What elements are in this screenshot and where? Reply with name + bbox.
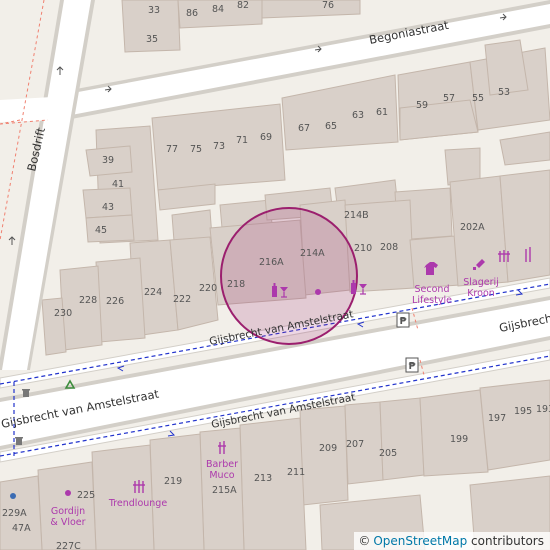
- house-number: 35: [146, 34, 158, 45]
- house-number: 210: [354, 243, 372, 254]
- house-number: 69: [260, 132, 272, 143]
- attribution-suffix: contributors: [467, 534, 544, 548]
- house-number: 195: [514, 406, 532, 417]
- house-number: 73: [213, 141, 225, 152]
- marker-dot-icon[interactable]: [10, 493, 16, 499]
- house-number: 197: [488, 413, 506, 424]
- marker-dot-icon[interactable]: [315, 289, 321, 295]
- house-number: 41: [112, 179, 124, 190]
- house-number: 230: [54, 308, 72, 319]
- house-number: 214B: [344, 210, 369, 221]
- house-number: 225: [77, 490, 95, 501]
- house-number: 226: [106, 296, 124, 307]
- house-number: 228: [79, 295, 97, 306]
- house-number: 215A: [212, 485, 237, 496]
- poi-label-gordijn-vloer[interactable]: Gordijn & Vloer: [50, 506, 85, 528]
- house-number: 214A: [300, 248, 325, 259]
- house-number: 224: [144, 287, 162, 298]
- house-number: 205: [379, 448, 397, 459]
- house-number: 65: [325, 121, 337, 132]
- house-number: 57: [443, 93, 455, 104]
- house-number: 209: [319, 443, 337, 454]
- house-number: 39: [102, 155, 114, 166]
- waste-basket-icon[interactable]: [15, 437, 23, 445]
- house-number: 86: [186, 8, 198, 19]
- bicycle-parking-icon[interactable]: ₱: [405, 357, 419, 373]
- house-number: 67: [298, 123, 310, 134]
- poi-label-trendlounge[interactable]: Trendlounge: [108, 498, 168, 509]
- poi-label-slagerij-kroon[interactable]: Slagerij Kroon: [463, 277, 499, 299]
- poi-label-barber-muco[interactable]: Barber Muco: [206, 459, 238, 481]
- attribution: © OpenStreetMap contributors: [354, 532, 550, 550]
- osm-link[interactable]: OpenStreetMap: [373, 534, 467, 548]
- house-number: 71: [236, 135, 248, 146]
- waste-basket-icon[interactable]: [22, 389, 30, 397]
- house-number: 193: [536, 404, 550, 415]
- house-number: 61: [376, 107, 388, 118]
- poi-label-second-lifestyle[interactable]: Second Lifestyle: [412, 284, 452, 306]
- house-number: 220: [199, 283, 217, 294]
- marker-dot-icon[interactable]: [65, 490, 71, 496]
- house-number: 82: [237, 0, 249, 11]
- house-number: 202A: [460, 222, 485, 233]
- house-number: 76: [322, 0, 334, 11]
- house-number: 211: [287, 467, 305, 478]
- house-number: 229A: [2, 508, 27, 519]
- house-number: 45: [95, 225, 107, 236]
- house-number: 55: [472, 93, 484, 104]
- copyright-symbol: ©: [358, 534, 371, 548]
- map[interactable]: Begoniastraat Bosdrift Gijsbrecht van Am…: [0, 0, 550, 550]
- house-number: 219: [164, 476, 182, 487]
- house-number: 59: [416, 100, 428, 111]
- house-number: 218: [227, 279, 245, 290]
- svg-text:₱: ₱: [400, 316, 407, 327]
- house-number: 75: [190, 144, 202, 155]
- house-number: 199: [450, 434, 468, 445]
- house-number: 43: [102, 202, 114, 213]
- house-number: 222: [173, 294, 191, 305]
- bicycle-parking-icon[interactable]: ₱: [396, 312, 410, 328]
- house-number: 47A: [12, 523, 31, 534]
- house-number: 207: [346, 439, 364, 450]
- hairdresser-icon[interactable]: [498, 250, 510, 262]
- house-number: 227C: [56, 541, 81, 550]
- house-number: 33: [148, 5, 160, 16]
- house-number: 216A: [259, 257, 284, 268]
- house-number: 84: [212, 4, 224, 15]
- house-number: 208: [380, 242, 398, 253]
- hairdresser-icon[interactable]: [133, 480, 145, 493]
- house-number: 213: [254, 473, 272, 484]
- house-number: 77: [166, 144, 178, 155]
- svg-text:₱: ₱: [409, 361, 416, 372]
- house-number: 63: [352, 110, 364, 121]
- house-number: 53: [498, 87, 510, 98]
